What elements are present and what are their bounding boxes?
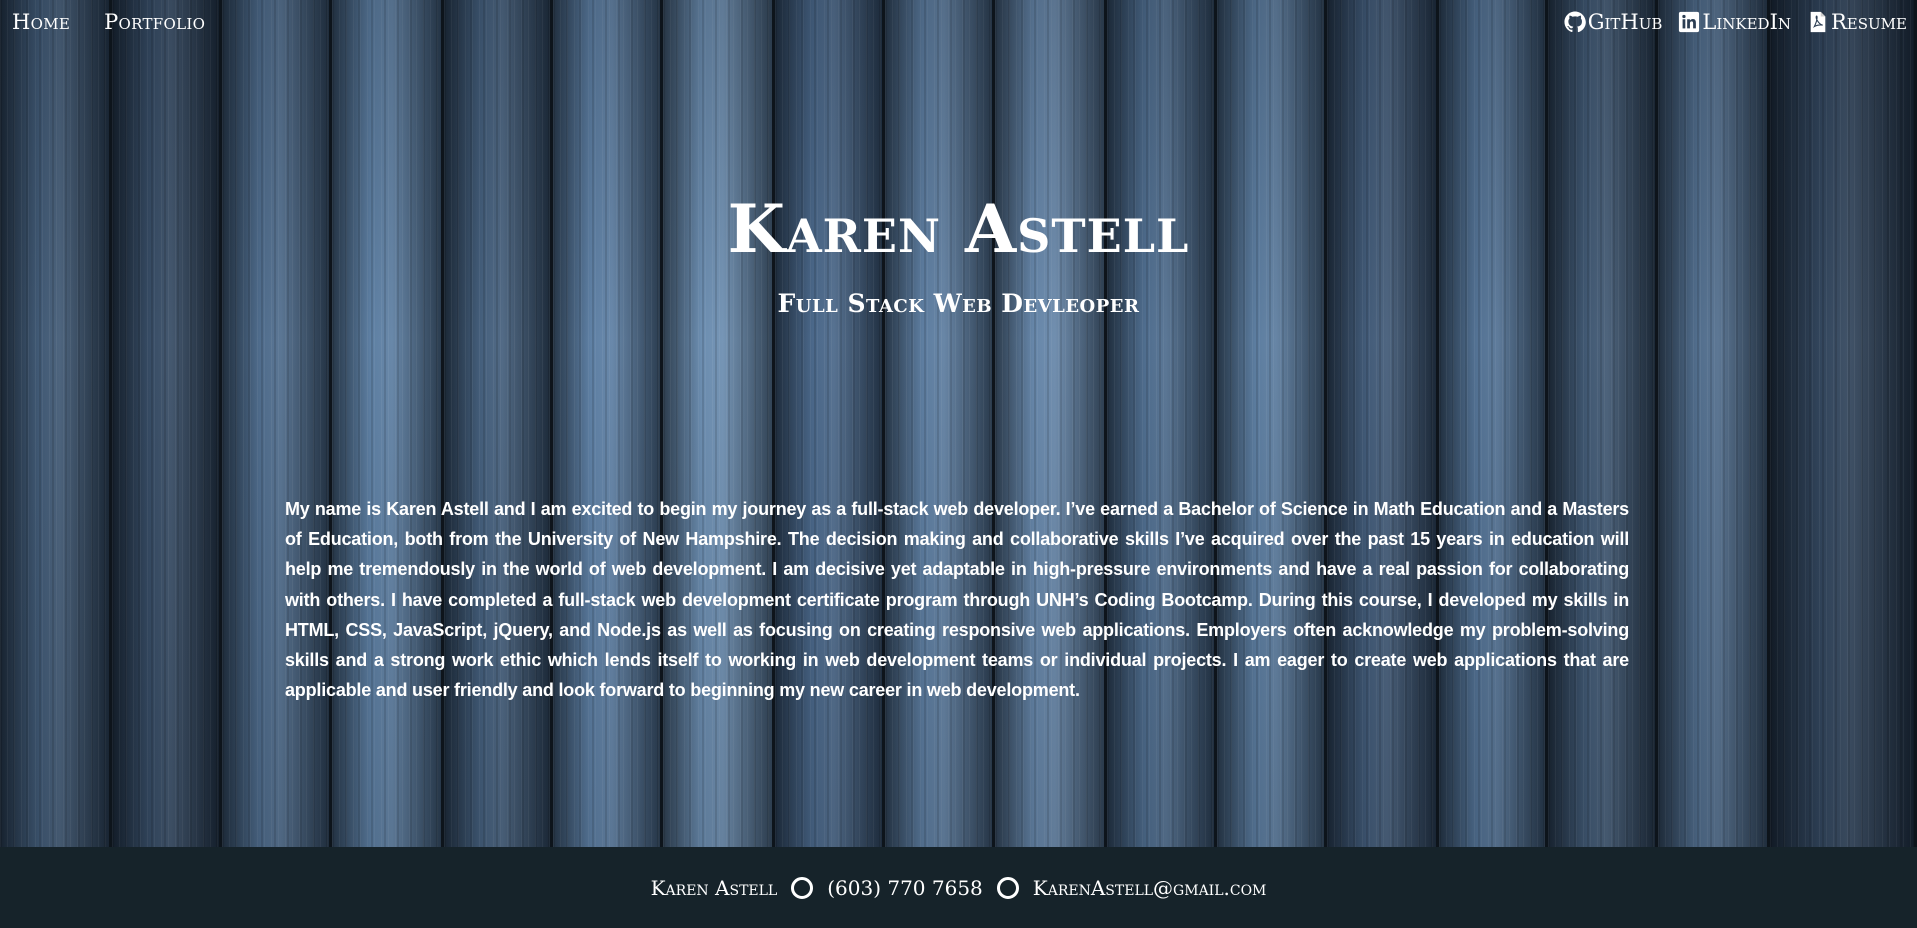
bio-paragraph: My name is Karen Astell and I am excited… bbox=[285, 499, 1629, 701]
footer-name: Karen Astell bbox=[650, 875, 778, 900]
resume-link[interactable]: Resume bbox=[1807, 10, 1907, 34]
nav-portfolio-link[interactable]: Portfolio bbox=[104, 10, 205, 34]
linkedin-link[interactable]: LinkedIn bbox=[1678, 10, 1791, 34]
circle-separator-icon bbox=[996, 876, 1019, 899]
footer-email-link[interactable]: KarenAstell@gmail.com bbox=[1033, 876, 1267, 900]
linkedin-icon bbox=[1679, 11, 1700, 33]
hero-background: Home Portfolio GitHub LinkedIn Resume Ka… bbox=[0, 0, 1917, 847]
page-title: Karen Astell bbox=[727, 190, 1190, 268]
github-link[interactable]: GitHub bbox=[1564, 10, 1663, 34]
footer: Karen Astell (603) 770 7658 KarenAstell@… bbox=[0, 847, 1917, 928]
circle-separator-icon bbox=[791, 876, 814, 899]
social-nav: GitHub LinkedIn Resume bbox=[1564, 10, 1907, 34]
pdf-file-icon bbox=[1810, 11, 1826, 33]
nav-home-link[interactable]: Home bbox=[12, 10, 70, 34]
resume-label: Resume bbox=[1831, 10, 1907, 34]
page-subtitle: Full Stack Web Devleoper bbox=[777, 289, 1140, 318]
linkedin-label: LinkedIn bbox=[1702, 10, 1791, 34]
github-label: GitHub bbox=[1587, 10, 1663, 34]
primary-nav: Home Portfolio bbox=[12, 10, 205, 34]
github-icon bbox=[1564, 11, 1586, 33]
footer-phone: (603) 770 7658 bbox=[827, 875, 983, 900]
